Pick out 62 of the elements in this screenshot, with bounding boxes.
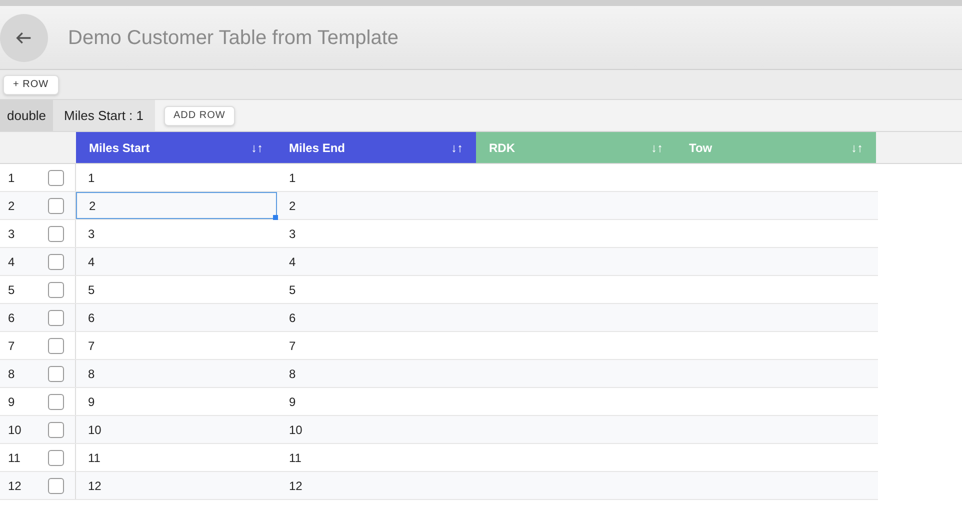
row-number: 11 [7,450,22,466]
group-chip: double [0,100,54,131]
table-cell[interactable]: 1 [277,164,478,191]
table-cell[interactable]: 4 [76,248,277,275]
table-cell[interactable]: 8 [76,360,277,387]
table-cell[interactable]: 11 [277,444,478,471]
back-button[interactable] [0,14,48,62]
row-number: 2 [7,198,16,214]
column-header[interactable]: Miles End ↓↑ [276,132,476,163]
add-row-button[interactable]: ADD ROW [164,106,236,126]
row-checkbox[interactable] [48,170,64,186]
row-number: 8 [7,366,16,382]
table-cell[interactable]: 4 [277,248,478,275]
row-number: 9 [7,394,16,410]
row-checkbox[interactable] [48,254,64,270]
table-cell[interactable]: 1 [76,164,277,191]
column-label: Miles End [289,140,346,156]
table-cell[interactable]: 7 [277,332,478,359]
table-cell[interactable]: 7 [76,332,277,359]
row-checkbox[interactable] [48,282,64,298]
table-cell[interactable]: 10 [277,416,478,443]
column-header[interactable]: Miles Start ↓↑ [76,132,276,163]
table-cell[interactable]: 5 [277,276,478,303]
column-label: Tow [689,140,712,156]
row-number: 10 [7,422,22,438]
table-cell[interactable]: 8 [277,360,478,387]
table-cell[interactable]: 9 [277,388,478,415]
row-checkbox[interactable] [48,394,64,410]
row-number: 1 [7,170,16,186]
table-cell[interactable]: 11 [76,444,277,471]
add-row-button[interactable]: + ROW [3,74,59,94]
sort-toggle[interactable]: ↓↑ [451,138,463,156]
column-label: Miles Start [89,140,150,156]
row-checkbox[interactable] [48,198,64,214]
row-number: 5 [7,282,16,298]
group-filter: Miles Start : 1 [53,100,155,131]
table-cell[interactable]: 6 [76,304,277,331]
row-checkbox[interactable] [48,226,64,242]
table-cell[interactable]: 3 [76,220,277,247]
row-checkbox[interactable] [48,310,64,326]
column-label: RDK [489,140,515,156]
row-number: 3 [7,226,16,242]
table-cell[interactable]: 2 [277,192,478,219]
row-checkbox[interactable] [48,450,64,466]
table-cell[interactable]: 10 [76,416,277,443]
table-cell[interactable]: 3 [277,220,478,247]
row-number: 12 [7,478,22,494]
table-cell[interactable]: 2 [76,192,277,219]
sort-toggle[interactable]: ↓↑ [251,138,263,156]
row-checkbox[interactable] [48,478,64,494]
table-cell[interactable]: 5 [76,276,277,303]
row-number: 7 [7,338,16,354]
table-cell[interactable]: 12 [76,472,277,499]
row-checkbox[interactable] [48,338,64,354]
row-checkbox[interactable] [48,422,64,438]
table-cell[interactable]: 6 [277,304,478,331]
row-number: 6 [7,310,16,326]
page-title: Demo Customer Table from Template [68,26,399,50]
table-cell[interactable]: 9 [76,388,277,415]
row-number: 4 [7,254,16,270]
row-checkbox[interactable] [48,366,64,382]
table-cell[interactable]: 12 [277,472,478,499]
